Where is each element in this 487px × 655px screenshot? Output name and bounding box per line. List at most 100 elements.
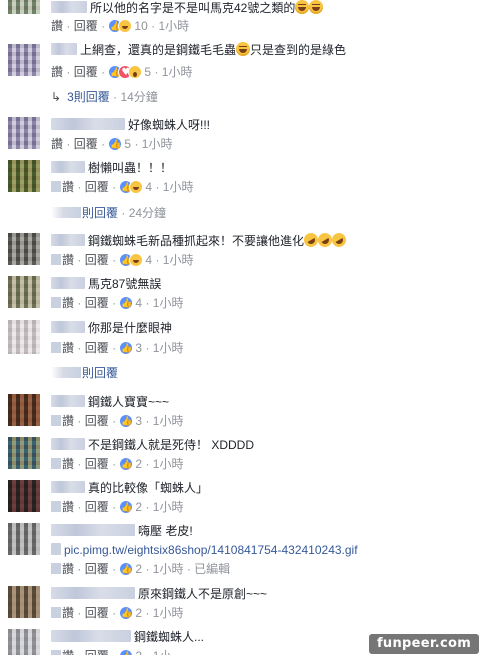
view-replies-link[interactable]: 則回覆 · 24分鐘 (51, 205, 166, 221)
reply-link[interactable]: 回覆 (85, 414, 109, 428)
comment-time[interactable]: 1小時 (153, 296, 184, 310)
author-name[interactable] (51, 1, 87, 13)
comment-time[interactable]: 1小時 (162, 65, 193, 79)
like-link[interactable]: 讚 (62, 414, 74, 428)
like-link[interactable]: 讚 (51, 137, 63, 151)
reply-link[interactable]: 回覆 (85, 296, 109, 310)
comment-time[interactable]: 1小時 (163, 180, 194, 194)
reply-arrow-icon: ↳ (51, 90, 62, 104)
comment-time[interactable]: 1小時 (158, 19, 189, 33)
author-name[interactable] (51, 395, 85, 407)
like-link[interactable]: 讚 (62, 180, 74, 194)
like-link[interactable]: 讚 (62, 500, 74, 514)
avatar[interactable] (8, 0, 40, 14)
comment-text-continued: 只是查到的是綠色 (250, 43, 347, 57)
comment-time[interactable]: 1小時 (153, 562, 184, 576)
reaction-summary[interactable]: 10 (108, 19, 148, 35)
reaction-count: 10 (134, 19, 148, 33)
avatar[interactable] (8, 320, 40, 354)
comment-text: 上網查，還真的是鋼鐵毛毛蟲 (80, 43, 237, 57)
like-link[interactable]: 讚 (62, 296, 74, 310)
like-link[interactable]: 讚 (62, 606, 74, 620)
avatar[interactable] (8, 586, 40, 618)
reply-link[interactable]: 回覆 (85, 500, 109, 514)
reaction-count: 5 (124, 137, 132, 151)
avatar[interactable] (8, 523, 40, 555)
author-name[interactable] (51, 630, 131, 642)
reply-link[interactable]: 回覆 (74, 19, 98, 33)
reply-link[interactable]: 回覆 (85, 649, 109, 655)
avatar[interactable] (8, 394, 40, 426)
like-link[interactable]: 讚 (51, 65, 63, 79)
author-name[interactable] (51, 43, 77, 55)
author-name[interactable] (51, 321, 85, 333)
reaction-summary[interactable]: 2 (119, 649, 142, 655)
avatar[interactable] (8, 117, 40, 149)
comment-time[interactable]: 1小時 (153, 414, 184, 428)
avatar[interactable] (8, 437, 40, 469)
avatar[interactable] (8, 44, 40, 76)
reaction-summary[interactable]: 4 (119, 296, 142, 312)
like-link[interactable]: 讚 (62, 562, 74, 576)
reaction-count: 2 (135, 606, 143, 620)
reply-link[interactable]: 回覆 (85, 562, 109, 576)
like-reaction-icon (119, 500, 134, 516)
like-link[interactable]: 讚 (62, 649, 74, 655)
avatar[interactable] (8, 480, 40, 512)
like-link[interactable]: 讚 (51, 19, 63, 33)
like-link[interactable]: 讚 (62, 341, 74, 355)
comment-time[interactable]: 1小時 (153, 500, 184, 514)
reply-link[interactable]: 回覆 (85, 253, 109, 267)
view-replies-link[interactable]: ↳ 3則回覆 · 14分鐘 (51, 89, 158, 105)
comment-time[interactable]: 1小時 (153, 606, 184, 620)
reply-link[interactable]: 回覆 (85, 606, 109, 620)
reaction-summary[interactable]: 2 (119, 562, 143, 578)
like-reaction-icon (108, 137, 123, 153)
comment-text: 好像蜘蛛人呀!!! (128, 118, 211, 132)
like-link[interactable]: 讚 (62, 253, 74, 267)
reaction-summary[interactable]: 2 (119, 457, 142, 473)
reaction-summary[interactable]: 3 (119, 341, 142, 357)
reaction-summary[interactable]: 2 (119, 606, 143, 622)
comment-time[interactable]: 1小時 (163, 253, 194, 267)
avatar[interactable] (8, 276, 40, 308)
reply-link[interactable]: 回覆 (85, 457, 109, 471)
gif-link[interactable]: pic.pimg.tw/eightsix86shop/1410841754-43… (64, 543, 358, 557)
comment-text: 原來鋼鐵人不是原創~~~ (138, 587, 268, 601)
reaction-summary[interactable]: 5 (108, 137, 132, 153)
reply-link[interactable]: 回覆 (85, 341, 109, 355)
edited-label[interactable]: 已編輯 (194, 562, 230, 576)
avatar[interactable] (8, 233, 40, 265)
like-reaction-icon (119, 296, 134, 312)
comment-time[interactable]: 1小時 (142, 137, 173, 151)
author-name[interactable] (51, 481, 85, 493)
author-name[interactable] (51, 438, 85, 450)
reaction-summary[interactable]: 5 (108, 65, 151, 81)
comment-text: 樹懶叫蟲！！！ (88, 161, 173, 175)
reaction-count: 3 (135, 414, 143, 428)
reply-link[interactable]: 回覆 (74, 65, 98, 79)
author-name[interactable] (51, 524, 135, 536)
reaction-count: 2 (135, 562, 143, 576)
reaction-summary[interactable]: 4 (119, 180, 152, 196)
comment-text: 你那是什麼眼神 (88, 321, 173, 335)
comment-time[interactable]: 1小時 (153, 341, 184, 355)
reaction-summary[interactable]: 2 (119, 500, 142, 516)
comment-time[interactable]: 1小時 (153, 457, 184, 471)
author-name[interactable] (51, 118, 125, 130)
author-name[interactable] (51, 234, 85, 246)
avatar[interactable] (8, 160, 40, 192)
author-name[interactable] (51, 587, 135, 599)
reply-link[interactable]: 回覆 (85, 180, 109, 194)
author-name[interactable] (51, 277, 85, 289)
reaction-summary[interactable]: 3 (119, 414, 143, 430)
reaction-count: 2 (135, 649, 142, 655)
view-replies-link[interactable]: 則回覆 (51, 365, 118, 381)
reaction-summary[interactable]: 4 (119, 253, 152, 269)
author-name[interactable] (51, 161, 85, 173)
like-link[interactable]: 讚 (62, 457, 74, 471)
comment-time[interactable]: 1小 (153, 649, 172, 655)
reply-link[interactable]: 回覆 (74, 137, 98, 151)
laugh-emoji-icon (309, 0, 324, 14)
avatar[interactable] (8, 629, 40, 655)
